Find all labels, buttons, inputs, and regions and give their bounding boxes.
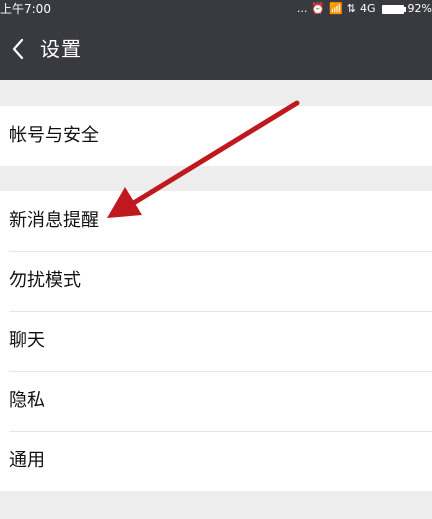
data-transfer-icon: ⇅ <box>346 2 357 15</box>
menu-item-chats[interactable]: 聊天 <box>0 311 432 371</box>
status-icons: ... ⏰ 📶 ⇅ 4G 92% <box>297 0 432 18</box>
title-bar: 设置 <box>0 18 432 80</box>
more-dots-icon: ... <box>296 2 308 15</box>
alarm-icon: ⏰ <box>311 2 326 15</box>
back-arrow-icon[interactable] <box>12 39 24 59</box>
menu-item-general[interactable]: 通用 <box>0 431 432 491</box>
battery-icon <box>381 4 406 14</box>
menu-item-do-not-disturb[interactable]: 勿扰模式 <box>0 251 432 311</box>
menu-item-label: 新消息提醒 <box>9 210 99 231</box>
menu-item-label: 勿扰模式 <box>9 270 81 291</box>
menu-item-privacy[interactable]: 隐私 <box>0 371 432 431</box>
settings-group-general: 新消息提醒 勿扰模式 聊天 隐私 通用 <box>0 191 432 491</box>
menu-item-account-security[interactable]: 帐号与安全 <box>0 106 432 166</box>
signal-icon: 📶 <box>329 2 343 15</box>
status-bar: 上午7:00 ... ⏰ 📶 ⇅ 4G 92% <box>0 0 432 18</box>
menu-item-label: 隐私 <box>9 390 45 411</box>
menu-item-label: 聊天 <box>9 330 45 351</box>
status-time: 上午7:00 <box>0 2 51 16</box>
menu-item-label: 帐号与安全 <box>9 125 99 146</box>
page-title: 设置 <box>40 37 82 61</box>
battery-percent: 92% <box>407 2 432 15</box>
menu-item-new-message-alerts[interactable]: 新消息提醒 <box>0 191 432 251</box>
menu-item-label: 通用 <box>9 450 45 471</box>
settings-group-account: 帐号与安全 <box>0 106 432 166</box>
network-type-label: 4G <box>360 2 376 15</box>
